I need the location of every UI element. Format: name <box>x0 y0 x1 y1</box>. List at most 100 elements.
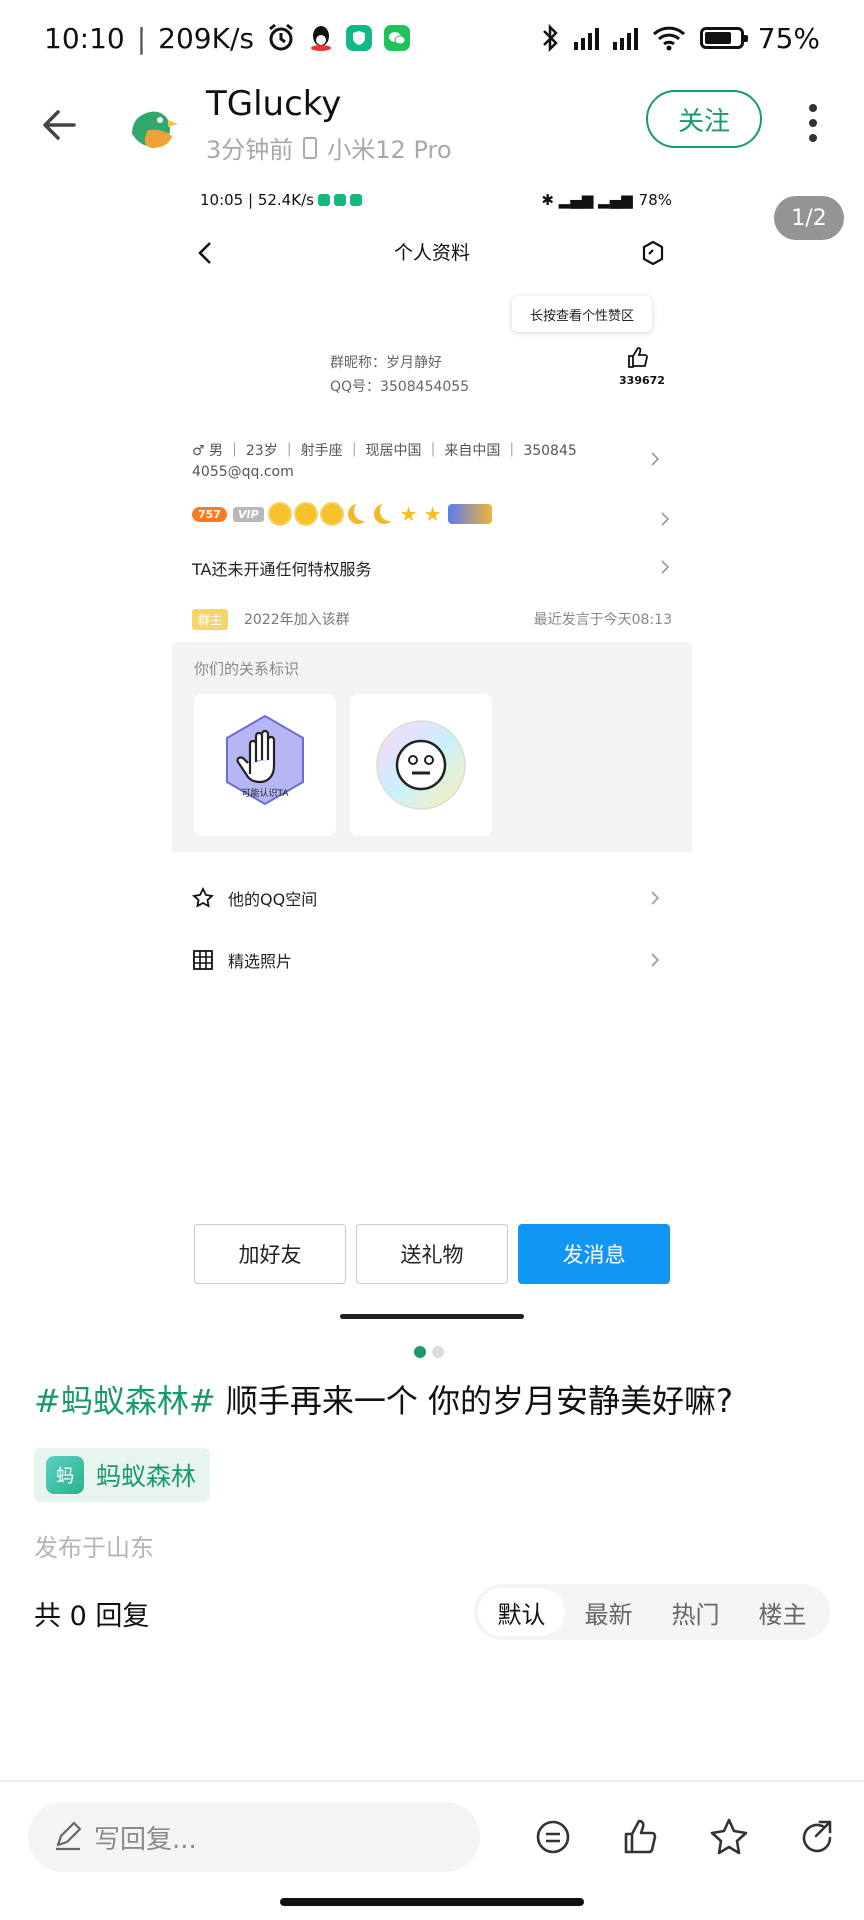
wifi-icon <box>652 26 685 51</box>
shield-app-icon <box>345 25 372 51</box>
chevron-right-icon <box>651 452 660 466</box>
privilege-badge-icon <box>447 504 492 524</box>
sun-icon <box>295 504 316 524</box>
arrow-left-icon <box>43 110 76 140</box>
relation-card <box>350 694 492 836</box>
status-net-speed: 209K/s <box>158 21 254 55</box>
back-button[interactable] <box>36 100 86 150</box>
inner-action-buttons: 加好友 送礼物 发消息 <box>194 1224 670 1284</box>
like-button[interactable] <box>618 1814 664 1860</box>
star-icon: ★ <box>423 502 442 526</box>
grid-icon <box>193 950 213 970</box>
comment-icon <box>536 1820 570 1854</box>
chevron-right-icon <box>661 512 670 526</box>
inner-photos-row: 精选照片 <box>192 940 672 980</box>
pager-dot[interactable] <box>432 1346 444 1358</box>
sun-icon <box>269 504 290 524</box>
share-icon <box>802 1820 832 1853</box>
topic-label: 蚂蚁森林 <box>96 1462 197 1491</box>
sort-tab-author[interactable]: 楼主 <box>739 1588 826 1636</box>
comment-button[interactable] <box>530 1814 576 1860</box>
chevron-right-icon <box>661 560 670 574</box>
reply-sort-tabs: 默认 最新 热门 楼主 <box>474 1584 830 1640</box>
topic-chip[interactable]: 蚂 蚂蚁森林 <box>34 1448 211 1502</box>
last-post-time: 最近发言于今天08:13 <box>533 612 672 628</box>
inner-nav-bar: 个人资料 <box>172 226 692 276</box>
image-pager-dots <box>414 1346 444 1358</box>
inner-relation-section: 你们的关系标识 可能认识TA <box>172 642 692 852</box>
reply-placeholder: 写回复... <box>94 1824 197 1855</box>
pager-dot[interactable] <box>414 1346 426 1358</box>
alarm-icon <box>269 23 293 51</box>
svg-text:可能认识TA: 可能认识TA <box>242 787 290 799</box>
group-owner-badge: 群主 <box>192 609 229 630</box>
qq-app-icon <box>310 26 331 51</box>
post-body: 顺手再来一个 你的岁月安静美好嘛? <box>215 1382 733 1420</box>
like-icon <box>624 1819 657 1854</box>
status-time: 10:10 <box>44 21 125 55</box>
sort-tab-hot[interactable]: 热门 <box>652 1588 739 1636</box>
avatar[interactable] <box>122 94 186 158</box>
signal-1-icon <box>573 26 599 50</box>
relation-card: 可能认识TA <box>194 694 336 836</box>
inner-gift-button: 送礼物 <box>356 1224 508 1284</box>
inner-home-indicator <box>340 1314 524 1319</box>
image-counter: 1/2 <box>774 196 844 240</box>
device-name: 小米12 Pro <box>327 136 452 164</box>
bluetooth-icon <box>542 23 558 53</box>
post-location: 发布于山东 <box>34 1534 154 1562</box>
post-image[interactable]: 10:05 | 52.4K/s ✱ ▂▄▆ ▂▄▆ 78% 个人资料 长按查看个… <box>172 178 692 1328</box>
inner-thumbs-up-icon <box>628 347 648 368</box>
star-outline-icon <box>192 887 214 908</box>
status-bar: 10:10 | 209K/s 75% <box>44 21 820 55</box>
favorite-button[interactable] <box>706 1814 752 1860</box>
phone-icon <box>303 136 318 159</box>
inner-privilege-text: TA还未开通任何特权服务 <box>192 560 372 579</box>
level-badge: 757 <box>192 506 227 522</box>
follow-button[interactable]: 关注 <box>646 90 762 148</box>
topic-icon: 蚂 <box>46 1456 84 1494</box>
hand-badge-icon: 可能认识TA <box>226 714 304 806</box>
moon-icon <box>374 504 394 524</box>
inner-hexagon-icon <box>642 240 664 266</box>
inner-qzone-row: 他的QQ空间 <box>192 878 672 918</box>
reply-count: 共 0 回复 <box>34 1601 150 1632</box>
reply-input[interactable]: 写回复... <box>28 1802 480 1872</box>
inner-status-bar: 10:05 | 52.4K/s ✱ ▂▄▆ ▂▄▆ 78% <box>200 191 672 209</box>
signal-2-icon <box>612 26 638 50</box>
inner-add-friend-button: 加好友 <box>194 1224 346 1284</box>
post-header: TGlucky 3分钟前 小米12 Pro 关注 <box>0 78 864 178</box>
post-hashtag[interactable]: #蚂蚁森林# <box>34 1382 216 1420</box>
vip-badge: VIP <box>232 506 264 522</box>
inner-page-title: 个人资料 <box>393 242 470 264</box>
relation-title: 你们的关系标识 <box>194 660 300 678</box>
wechat-app-icon <box>383 25 410 51</box>
share-button[interactable] <box>794 1814 840 1860</box>
inner-like-count: 339672 <box>619 374 665 387</box>
inner-message-button: 发消息 <box>518 1224 670 1284</box>
username[interactable]: TGlucky <box>206 84 341 124</box>
battery-icon <box>699 27 748 49</box>
chevron-right-icon <box>651 953 660 967</box>
star-icon: ★ <box>399 502 418 526</box>
post-time-ago: 3分钟前 <box>206 136 294 164</box>
battery-percent: 75% <box>757 21 820 55</box>
inner-nickname: 群昵称：岁月静好 <box>330 355 442 371</box>
sun-icon <box>321 504 342 524</box>
inner-qq-number: QQ号：3508454055 <box>330 379 470 395</box>
home-indicator[interactable] <box>280 1898 584 1906</box>
chevron-right-icon <box>651 891 660 905</box>
smiley-badge-icon <box>376 720 466 810</box>
bottom-divider <box>0 1780 864 1782</box>
post-meta: 3分钟前 小米12 Pro <box>206 130 452 165</box>
more-options-button[interactable] <box>796 98 830 148</box>
moon-icon <box>348 504 368 524</box>
pencil-icon <box>56 1821 82 1851</box>
inner-badge-row: 757 VIP ★ ★ <box>192 504 492 524</box>
inner-profile-info: ♂ 男 ｜ 23岁 ｜ 射手座 ｜ 现居中国 ｜ 来自中国 ｜ 350845 4… <box>192 440 672 480</box>
bird-avatar-icon <box>132 111 178 148</box>
inner-like-tooltip: 长按查看个性赞区 <box>512 296 652 332</box>
sort-tab-default[interactable]: 默认 <box>478 1588 565 1636</box>
sort-tab-latest[interactable]: 最新 <box>565 1588 652 1636</box>
post-text: #蚂蚁森林# 顺手再来一个 你的岁月安静美好嘛? <box>34 1378 834 1424</box>
